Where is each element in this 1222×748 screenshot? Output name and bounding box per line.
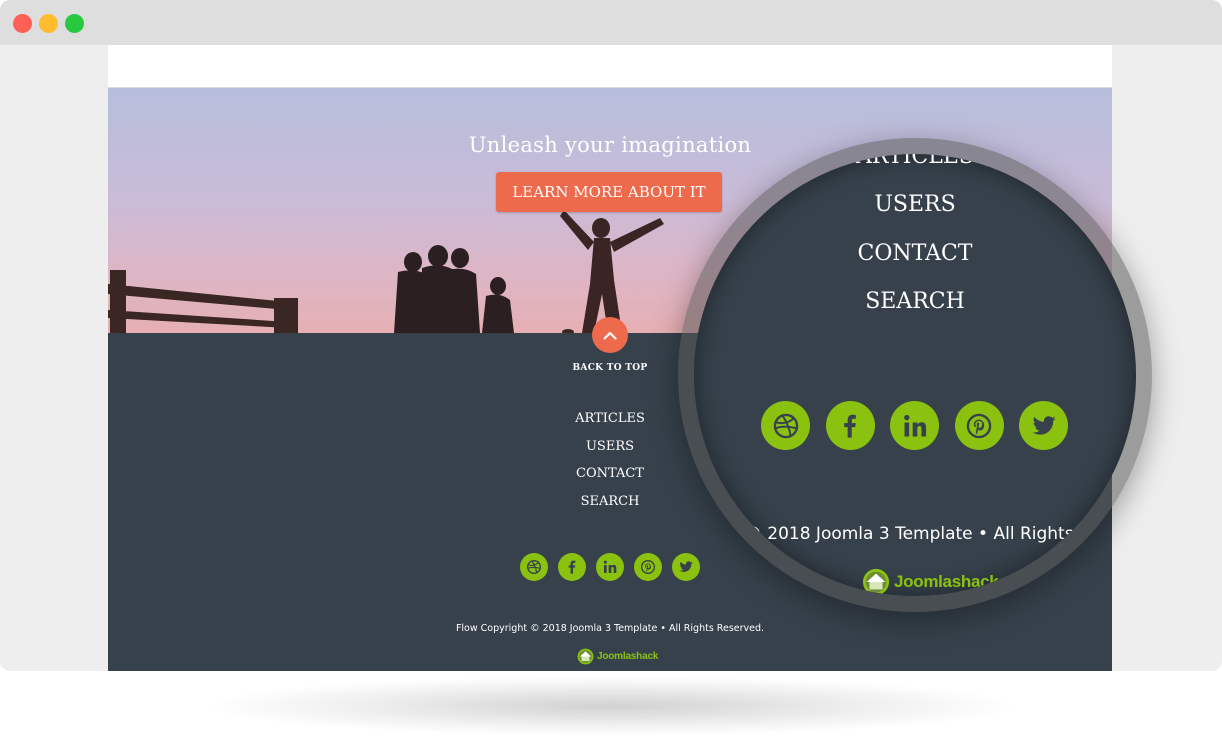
magnified-social-links bbox=[761, 401, 1068, 450]
top-bar bbox=[108, 45, 1112, 88]
footer-social-links bbox=[520, 553, 700, 581]
title-bar bbox=[0, 0, 1222, 45]
window-shadow bbox=[200, 676, 1022, 736]
dribbble-link[interactable] bbox=[520, 553, 548, 581]
magnified-brand-name: Joomlashack bbox=[894, 572, 999, 591]
twitter-icon bbox=[1032, 415, 1056, 435]
facebook-icon bbox=[844, 414, 856, 438]
copyright-text: Flow Copyright © 2018 Joomla 3 Template … bbox=[455, 623, 765, 634]
dribbble-icon bbox=[527, 560, 541, 574]
dribbble-icon bbox=[773, 413, 798, 438]
pinterest-icon bbox=[966, 413, 992, 438]
magnified-nav-search: SEARCH bbox=[865, 289, 965, 314]
magnified-facebook bbox=[825, 401, 875, 450]
magnified-nav-contact: CONTACT bbox=[857, 241, 973, 266]
magnified-pinterest bbox=[954, 401, 1004, 450]
twitter-icon bbox=[679, 561, 693, 572]
back-to-top-button[interactable] bbox=[592, 317, 628, 353]
magnified-nav-articles: ARTICLES bbox=[855, 154, 974, 169]
zoom-window-button[interactable] bbox=[65, 14, 84, 33]
facebook-link[interactable] bbox=[558, 553, 586, 581]
pinterest-link[interactable] bbox=[634, 553, 662, 581]
linkedin-icon bbox=[903, 414, 926, 436]
brand-name: Joomlashack bbox=[597, 650, 659, 662]
twitter-link[interactable] bbox=[672, 553, 700, 581]
chevron-up-icon bbox=[603, 331, 617, 340]
magnified-copyright: Copyright © 2018 Joomla 3 Template • All… bbox=[694, 524, 1136, 544]
magnified-joomlashack-logo: Joomlashack bbox=[862, 567, 999, 596]
magnified-linkedin bbox=[890, 401, 939, 450]
joomlashack-emblem-icon bbox=[577, 648, 594, 664]
linkedin-icon bbox=[603, 560, 617, 573]
close-window-button[interactable] bbox=[13, 14, 32, 33]
linkedin-link[interactable] bbox=[596, 553, 624, 581]
joomlashack-logo[interactable]: Joomlashack bbox=[577, 647, 658, 665]
joomlashack-emblem-icon bbox=[862, 568, 890, 596]
magnified-copyright-text: Copyright © 2018 Joomla 3 Template • All… bbox=[694, 524, 1074, 544]
magnified-nav-users: USERS bbox=[874, 192, 956, 217]
magnifier-lens: ARTICLES USERS CONTACT SEARCH Copyright … bbox=[694, 154, 1136, 596]
pinterest-icon bbox=[641, 560, 655, 574]
minimize-window-button[interactable] bbox=[39, 14, 58, 33]
magnified-dribbble bbox=[761, 401, 810, 450]
facebook-icon bbox=[568, 560, 576, 574]
magnified-twitter bbox=[1019, 401, 1068, 450]
learn-more-button[interactable]: LEARN MORE ABOUT IT bbox=[496, 172, 722, 212]
